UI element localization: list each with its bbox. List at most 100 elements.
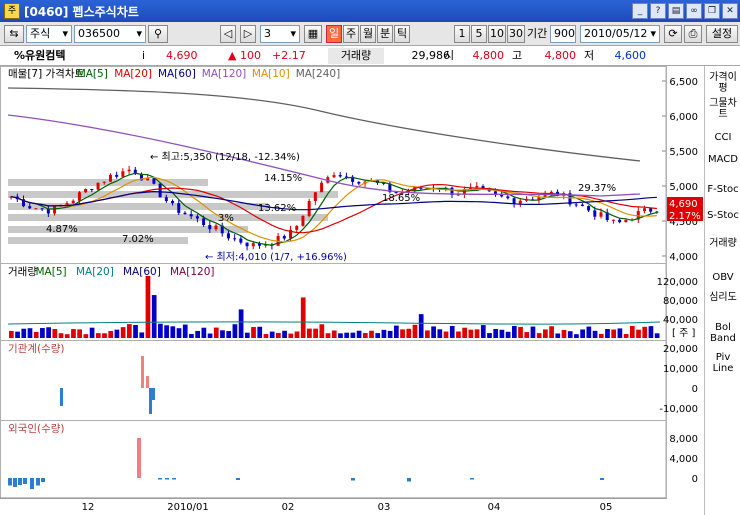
volume-bar (89, 327, 95, 338)
volume-bar (108, 330, 114, 338)
x-tick-label: 04 (488, 502, 501, 513)
restore-icon[interactable]: ❐ (704, 3, 720, 19)
volume-bar (443, 331, 449, 338)
settings-button[interactable]: 설정 (706, 25, 738, 43)
next-arrow-icon[interactable]: ▷ (240, 25, 256, 43)
link-icon[interactable]: ∞ (686, 3, 702, 19)
volume-bar (170, 326, 176, 338)
x-tick-label: 03 (378, 502, 391, 513)
volume-bar (182, 324, 188, 338)
tab-tick[interactable]: 틱 (394, 25, 410, 43)
volume-bar (543, 329, 548, 338)
tools-icon[interactable]: ▦ (304, 25, 322, 43)
volume-bar (46, 327, 51, 338)
volume-bar (530, 326, 536, 338)
volume-y-tick: 40,000 (663, 315, 698, 326)
stock-chart-svg[interactable]: 6,5006,0005,5005,0004,5004,000매물[7] 가격차트M… (0, 66, 704, 515)
prev-next-icon[interactable]: ⇆ (4, 25, 24, 43)
volume-bar (319, 324, 325, 338)
institution-bar (152, 388, 155, 400)
current-price: 4,690 (166, 49, 198, 62)
tab-month[interactable]: 월 (360, 25, 376, 43)
sidebar-item-f-stoc[interactable]: F-Stoc (705, 184, 740, 195)
volume-bar (468, 329, 474, 338)
x-tick-label: 12 (82, 502, 95, 513)
minimize-icon[interactable]: _ (632, 3, 648, 19)
candle (313, 192, 317, 202)
refresh-icon[interactable]: ⟳ (664, 25, 682, 43)
volume-bar (33, 331, 39, 338)
volume-bar (244, 332, 250, 338)
candle (164, 197, 168, 202)
sidebar-item-cci[interactable]: CCI (705, 132, 740, 143)
tile-icon[interactable]: ▤ (668, 3, 684, 19)
interval-1-button[interactable]: 1 (454, 25, 470, 43)
volume-bar (406, 328, 412, 338)
sidebar-item-price-ma[interactable]: 가격이평 (705, 72, 740, 94)
print-icon[interactable]: ⎙ (684, 25, 702, 43)
institution-y-tick: -10,000 (659, 404, 698, 415)
close-icon[interactable]: ✕ (722, 3, 738, 19)
range-input[interactable]: 900 (550, 25, 576, 43)
count-select[interactable]: 3 ▾ (260, 25, 300, 43)
sidebar-item-net-chart[interactable]: 그물차트 (705, 98, 740, 120)
candle (65, 203, 69, 205)
tab-week[interactable]: 주 (343, 25, 359, 43)
last-rate-label: 2.17% (669, 211, 701, 222)
volume-bar (437, 329, 443, 338)
candle (102, 181, 106, 183)
foreign-bar (8, 478, 12, 486)
candle (171, 201, 175, 204)
code-input[interactable]: 036500 ▾ (74, 25, 146, 43)
date-select[interactable]: 2010/05/12 ▾ (580, 25, 660, 43)
volume-legend-item: MA[60] (123, 266, 161, 278)
tab-minute[interactable]: 분 (377, 25, 393, 43)
candle (580, 204, 584, 207)
info-icon[interactable]: i (142, 48, 152, 64)
market-select[interactable]: 주식 ▾ (26, 25, 72, 43)
candle (214, 225, 218, 230)
search-icon[interactable]: ⚲ (148, 25, 168, 43)
institution-bar (60, 388, 63, 406)
volume-bar (387, 330, 393, 338)
volume-bar (195, 330, 200, 338)
sidebar-item-s-stoc[interactable]: S-Stoc (705, 210, 740, 221)
volume-bar (375, 333, 381, 338)
sidebar-item-macd[interactable]: MACD (705, 154, 740, 165)
sidebar-item-bol-band[interactable]: Bol Band (705, 322, 740, 344)
volume-bar (15, 331, 20, 338)
price-legend-item: MA[120] (202, 68, 246, 80)
toolbar: ⇆ 주식 ▾ 036500 ▾ ⚲ ◁ ▷ 3 ▾ ▦ 일 주 월 분 틱 1 5 1… (0, 22, 740, 46)
candle (599, 212, 603, 217)
prev-arrow-icon[interactable]: ◁ (220, 25, 236, 43)
interval-10-button[interactable]: 10 (488, 25, 506, 43)
volume-bar (263, 334, 269, 338)
interval-30-button[interactable]: 30 (507, 25, 525, 43)
volume-bar (325, 333, 331, 338)
volume-profile-bar (8, 214, 328, 221)
candle (245, 242, 249, 247)
stock-name: %유원컴텍 (14, 49, 66, 62)
volume-profile-bar (8, 237, 188, 244)
help-icon[interactable]: ? (650, 3, 666, 19)
volume-bar (257, 326, 263, 338)
sidebar-item-volume[interactable]: 거래량 (705, 238, 740, 249)
price-legend-item: MA[10] (252, 68, 290, 80)
tab-day[interactable]: 일 (326, 25, 342, 43)
candle (90, 188, 94, 190)
interval-5-button[interactable]: 5 (471, 25, 487, 43)
institution-y-tick: 20,000 (663, 344, 698, 355)
sidebar-item-psychology[interactable]: 심리도 (705, 292, 740, 303)
candle (84, 188, 88, 193)
candle (611, 219, 615, 221)
volume-bar (189, 333, 194, 338)
sidebar-item-obv[interactable]: OBV (705, 272, 740, 283)
candle (152, 178, 156, 184)
chart-area[interactable]: 6,500 6,000 5,500 5,000 4,500 4,000 매물[7] 가격차트 M… (0, 66, 740, 515)
sidebar-item-pivot-line[interactable]: Piv Line (705, 352, 740, 374)
candle (475, 186, 479, 188)
range-label: 기간 (527, 27, 548, 40)
volume-bar (313, 328, 318, 338)
candle (518, 200, 522, 204)
candle (295, 225, 299, 230)
